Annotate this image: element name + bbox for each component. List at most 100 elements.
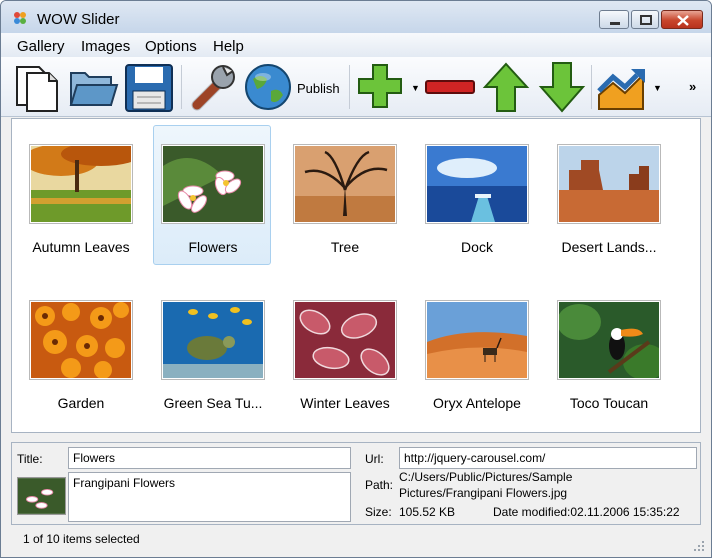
thumbnail xyxy=(557,144,661,224)
image-gallery: Autumn Leaves Flowers Tree Dock Desert L… xyxy=(11,118,701,433)
arrow-up-icon xyxy=(482,62,530,112)
thumbnail xyxy=(293,300,397,380)
toco-toucan-image xyxy=(559,302,659,378)
description-field[interactable]: Frangipani Flowers xyxy=(68,472,351,522)
publish-label[interactable]: Publish xyxy=(297,81,340,96)
thumbnail xyxy=(425,300,529,380)
save-button[interactable] xyxy=(123,61,175,113)
flowers-image xyxy=(163,146,263,222)
minimize-button[interactable] xyxy=(599,10,629,29)
thumbnail xyxy=(161,144,265,224)
toolbar-separator xyxy=(591,65,592,109)
path-label: Path: xyxy=(365,478,394,492)
plus-icon xyxy=(358,64,402,108)
gallery-item-flowers[interactable]: Flowers xyxy=(153,125,271,265)
thumbnail xyxy=(161,300,265,380)
green-sea-turtle-image xyxy=(163,302,263,378)
save-disk-icon xyxy=(125,64,173,112)
tree-image xyxy=(295,146,395,222)
gallery-item-label: Desert Lands... xyxy=(561,239,657,255)
gallery-item-desert-landscape[interactable]: Desert Lands... xyxy=(549,125,667,265)
close-button[interactable] xyxy=(661,10,703,29)
gallery-item-label: Green Sea Tu... xyxy=(163,395,263,411)
title-field[interactable]: Flowers xyxy=(68,447,351,469)
toolbar-overflow-icon[interactable]: » xyxy=(689,79,696,94)
settings-button[interactable] xyxy=(187,61,239,113)
menu-options[interactable]: Options xyxy=(145,38,197,55)
chart-trend-icon xyxy=(597,69,645,110)
dock-image xyxy=(427,146,527,222)
size-value: 105.52 KB xyxy=(399,505,456,519)
gallery-item-oryx-antelope[interactable]: Oryx Antelope xyxy=(417,281,535,421)
chart-button[interactable] xyxy=(597,61,649,113)
gallery-item-tree[interactable]: Tree xyxy=(285,125,403,265)
gallery-item-label: Flowers xyxy=(188,239,238,255)
maximize-icon xyxy=(640,15,652,25)
gallery-item-winter-leaves[interactable]: Winter Leaves xyxy=(285,281,403,421)
add-dropdown-arrow-icon[interactable]: ▼ xyxy=(411,83,420,93)
menu-images[interactable]: Images xyxy=(81,38,130,55)
garden-image xyxy=(31,302,131,378)
gallery-item-label: Winter Leaves xyxy=(300,395,390,411)
gallery-item-label: Toco Toucan xyxy=(569,395,649,411)
move-down-button[interactable] xyxy=(537,61,587,113)
thumbnail xyxy=(29,300,133,380)
menu-gallery[interactable]: Gallery xyxy=(17,38,65,55)
gallery-item-label: Oryx Antelope xyxy=(433,395,521,411)
thumbnail xyxy=(293,144,397,224)
menu-bar: Gallery Images Options Help xyxy=(1,33,711,57)
new-document-icon xyxy=(16,66,58,112)
winter-leaves-image xyxy=(295,302,395,378)
gallery-item-green-sea-turtle[interactable]: Green Sea Tu... xyxy=(153,281,271,421)
publish-button[interactable] xyxy=(243,61,293,113)
wrench-icon xyxy=(191,65,235,111)
gallery-item-toco-toucan[interactable]: Toco Toucan xyxy=(549,281,667,421)
flowers-small-image xyxy=(18,478,65,514)
gallery-item-garden[interactable]: Garden xyxy=(21,281,139,421)
toolbar: Publish ▼ ▼ » xyxy=(1,57,711,117)
autumn-leaves-image xyxy=(31,146,131,222)
selected-thumbnail xyxy=(17,477,66,515)
minus-icon xyxy=(425,80,475,94)
image-details-panel: Title: Flowers Frangipani Flowers Url: h… xyxy=(11,442,701,525)
gallery-item-label: Tree xyxy=(330,239,360,255)
title-bar: WOW Slider xyxy=(1,1,711,33)
thumbnail xyxy=(557,300,661,380)
toolbar-separator xyxy=(181,65,182,109)
url-label: Url: xyxy=(365,452,384,466)
chart-dropdown-arrow-icon[interactable]: ▼ xyxy=(653,83,662,93)
thumbnail xyxy=(29,144,133,224)
path-value: C:/Users/Public/Pictures/Sample Pictures… xyxy=(399,470,573,500)
new-button[interactable] xyxy=(13,61,63,113)
open-button[interactable] xyxy=(67,61,119,113)
open-folder-icon xyxy=(69,72,119,106)
window-title: WOW Slider xyxy=(37,11,120,28)
gallery-item-label: Garden xyxy=(57,395,105,411)
add-image-button[interactable] xyxy=(355,61,407,113)
thumbnail xyxy=(425,144,529,224)
resize-grip-icon[interactable] xyxy=(693,540,705,552)
gallery-item-label: Autumn Leaves xyxy=(32,239,130,255)
status-bar: 1 of 10 items selected xyxy=(1,528,711,557)
move-up-button[interactable] xyxy=(481,61,531,113)
size-label: Size: xyxy=(365,505,392,519)
gallery-item-dock[interactable]: Dock xyxy=(417,125,535,265)
gallery-item-label: Dock xyxy=(461,239,493,255)
app-logo-icon xyxy=(14,12,26,24)
desert-landscape-image xyxy=(559,146,659,222)
globe-icon xyxy=(245,64,291,110)
url-field[interactable]: http://jquery-carousel.com/ xyxy=(399,447,697,469)
status-text: 1 of 10 items selected xyxy=(23,532,140,546)
oryx-antelope-image xyxy=(427,302,527,378)
app-window: WOW Slider Gallery Images Options Help P… xyxy=(0,0,712,558)
menu-help[interactable]: Help xyxy=(213,38,244,55)
gallery-item-autumn-leaves[interactable]: Autumn Leaves xyxy=(21,125,139,265)
minimize-icon xyxy=(610,22,620,25)
arrow-down-icon xyxy=(538,62,586,113)
maximize-button[interactable] xyxy=(631,10,659,29)
remove-image-button[interactable] xyxy=(423,61,477,113)
title-label: Title: xyxy=(17,452,43,466)
toolbar-separator xyxy=(349,65,350,109)
date-modified: Date modified:02.11.2006 15:35:22 xyxy=(493,505,680,519)
close-icon xyxy=(677,15,689,26)
